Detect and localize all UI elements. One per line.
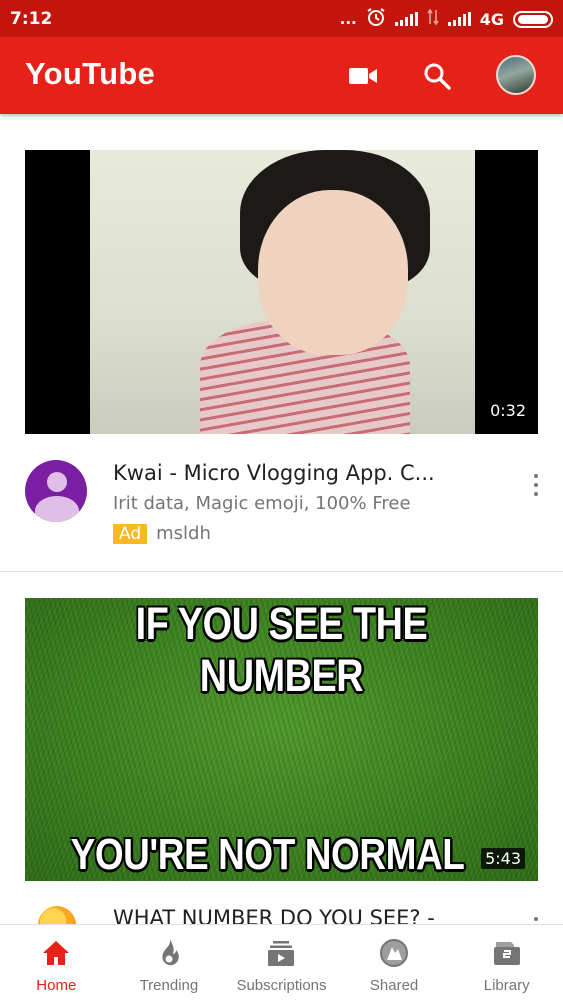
video-thumbnail[interactable]: 0:32 bbox=[25, 150, 538, 434]
battery-icon bbox=[513, 10, 553, 28]
nav-subscriptions[interactable]: Subscriptions bbox=[225, 925, 338, 1000]
nav-label: Home bbox=[36, 977, 77, 994]
video-duration: 5:43 bbox=[481, 848, 525, 869]
video-camera-icon[interactable] bbox=[343, 56, 383, 96]
channel-avatar[interactable] bbox=[25, 460, 87, 522]
ad-badge: Ad bbox=[113, 524, 148, 544]
nav-library[interactable]: Library bbox=[450, 925, 563, 1000]
nav-label: Subscriptions bbox=[236, 977, 327, 994]
video-thumbnail[interactable]: IF YOU SEE THE NUMBER YOU'RE NOT NORMAL … bbox=[25, 598, 538, 881]
data-arrows-icon bbox=[427, 8, 439, 29]
account-avatar[interactable] bbox=[496, 55, 536, 95]
subscriptions-icon bbox=[265, 937, 297, 969]
signal-icon bbox=[394, 12, 418, 26]
home-icon bbox=[40, 937, 72, 969]
status-icons: ... 4G bbox=[340, 8, 553, 30]
video-title[interactable]: Kwai - Micro Vlogging App. C... bbox=[113, 461, 435, 485]
thumbnail-text-bottom: YOU'RE NOT NORMAL bbox=[70, 830, 465, 879]
thumbnail-text-top: IF YOU SEE THE NUMBER bbox=[135, 598, 428, 701]
channel-name: msldh bbox=[156, 523, 211, 544]
network-type: 4G bbox=[479, 9, 504, 29]
video-description: Irit data, Magic emoji, 100% Free bbox=[113, 493, 411, 514]
shared-icon bbox=[378, 937, 410, 969]
search-icon[interactable] bbox=[417, 56, 457, 96]
app-title[interactable]: YouTube bbox=[25, 56, 155, 92]
app-bar: YouTube bbox=[0, 37, 563, 114]
ad-info: Ad msldh bbox=[113, 523, 211, 544]
status-bar: 7:12 ... 4G bbox=[0, 0, 563, 37]
trending-flame-icon bbox=[153, 937, 185, 969]
divider bbox=[0, 571, 563, 572]
nav-label: Shared bbox=[369, 977, 419, 994]
more-options-button[interactable] bbox=[526, 472, 546, 498]
bottom-navigation: Home Trending Subscriptions Shared Libra… bbox=[0, 924, 563, 1000]
video-duration: 0:32 bbox=[486, 399, 530, 422]
nav-label: Trending bbox=[139, 977, 199, 994]
more-options-button[interactable] bbox=[534, 917, 538, 921]
thumbnail-image bbox=[90, 150, 475, 434]
signal-icon-2 bbox=[447, 12, 471, 26]
nav-label: Library bbox=[483, 977, 530, 994]
alarm-icon bbox=[366, 7, 386, 31]
status-time: 7:12 bbox=[10, 9, 53, 29]
library-icon bbox=[491, 937, 523, 969]
nav-trending[interactable]: Trending bbox=[113, 925, 226, 1000]
nav-home[interactable]: Home bbox=[0, 925, 113, 1000]
more-notifications-icon: ... bbox=[339, 10, 357, 28]
nav-shared[interactable]: Shared bbox=[338, 925, 451, 1000]
